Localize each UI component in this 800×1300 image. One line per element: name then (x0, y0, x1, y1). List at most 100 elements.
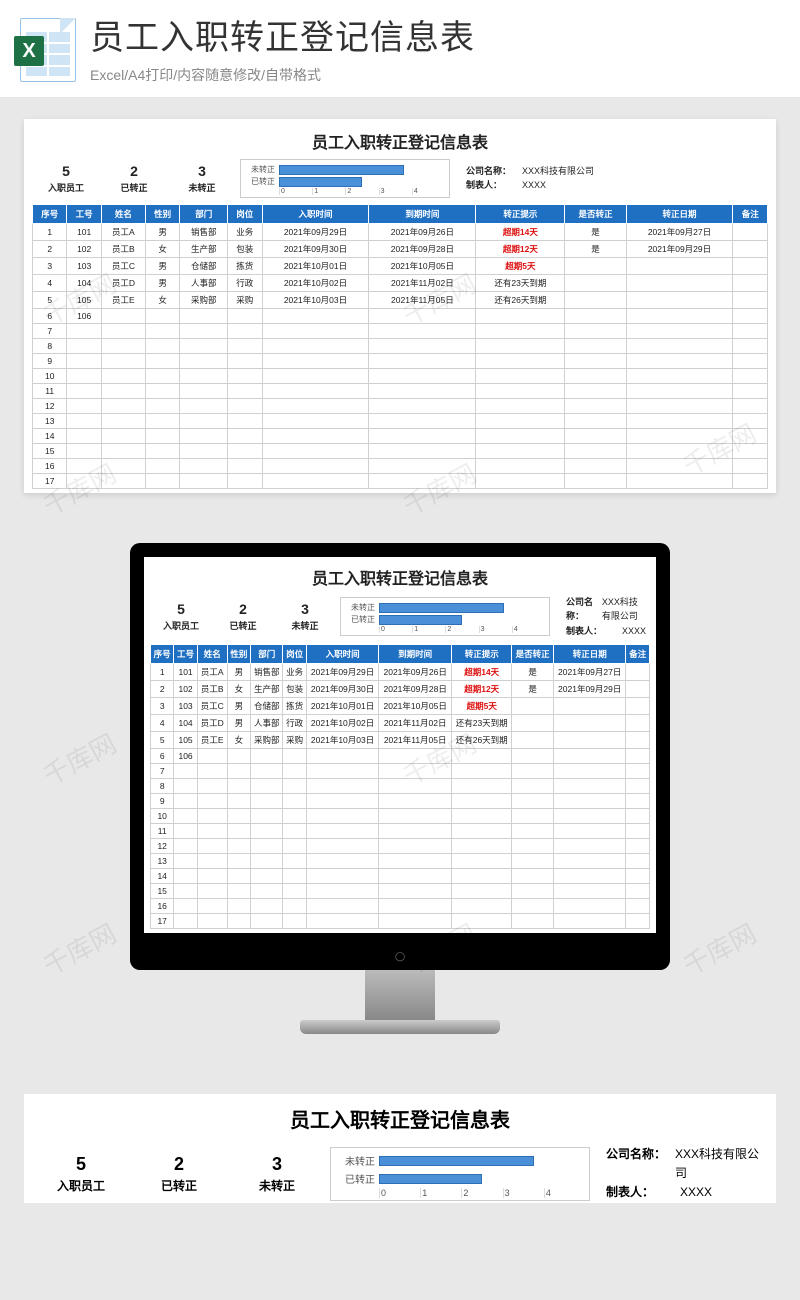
maker-label: 制表人： (606, 1183, 676, 1202)
table-row: 1 101 员工A 男 销售部 业务 2021年09月29日 2021年09月2… (33, 223, 768, 240)
cell-sex: 女 (227, 680, 250, 697)
cell-dept: 采购部 (251, 731, 283, 748)
table-row-empty: 11 (151, 823, 650, 838)
table-row-empty: 7 (33, 323, 768, 338)
stat-block: 3 未转正 (232, 1154, 322, 1194)
chart-category-label: 已转正 (335, 1171, 375, 1186)
cell-dept: 人事部 (180, 274, 228, 291)
table-header-cell: 备注 (733, 204, 768, 223)
chart-xtick: 3 (479, 626, 512, 633)
cell-empid: 106 (174, 748, 197, 763)
cell-confirmdate (553, 714, 626, 731)
cell-confirmdate: 2021年09月29日 (553, 680, 626, 697)
cell-empid: 106 (67, 308, 101, 323)
table-row-empty: 16 (151, 898, 650, 913)
cell-indate: 2021年10月03日 (306, 731, 379, 748)
chart-xtick: 3 (379, 188, 412, 195)
cell-empid: 105 (174, 731, 197, 748)
cell-no: 9 (151, 793, 174, 808)
chart-xtick: 1 (312, 188, 345, 195)
cell-note (733, 257, 768, 274)
table-row-empty: 11 (33, 383, 768, 398)
table-row-empty: 13 (151, 853, 650, 868)
chart-xtick: 0 (379, 626, 412, 633)
cell-note (733, 223, 768, 240)
cell-sex: 男 (227, 714, 250, 731)
table-header-cell: 转正提示 (476, 204, 565, 223)
cell-confirmed (512, 731, 553, 748)
cell-name: 员工D (101, 274, 145, 291)
table-row: 2 102 员工B 女 生产部 包装 2021年09月30日 2021年09月2… (33, 240, 768, 257)
cell-no: 11 (151, 823, 174, 838)
cell-sex: 男 (145, 257, 179, 274)
table-header-cell: 转正日期 (626, 204, 733, 223)
company-label: 公司名称： (466, 164, 518, 178)
cell-no: 6 (33, 308, 67, 323)
cell-no: 15 (33, 443, 67, 458)
cell-duedate: 2021年09月28日 (369, 240, 476, 257)
cell-post: 业务 (283, 663, 306, 680)
cell-tip: 还有26天到期 (451, 731, 512, 748)
table-row: 5 105 员工E 女 采购部 采购 2021年10月03日 2021年11月0… (151, 731, 650, 748)
table-row: 1 101 员工A 男 销售部 业务 2021年09月29日 2021年09月2… (151, 663, 650, 680)
cell-note (733, 291, 768, 308)
cell-empid: 103 (67, 257, 101, 274)
cell-post (283, 748, 306, 763)
cell-no: 2 (151, 680, 174, 697)
cell-tip: 还有23天到期 (476, 274, 565, 291)
chart-bar (279, 165, 404, 175)
table-header-cell: 性别 (227, 644, 250, 663)
spreadsheet-preview-in-monitor: 员工入职转正登记信息表 5 入职员工 2 已转正 3 未转正未转正 已转正 01… (144, 557, 656, 933)
cell-confirmed: 是 (512, 663, 553, 680)
cell-duedate: 2021年10月05日 (379, 697, 452, 714)
chart-xtick: 4 (512, 626, 545, 633)
cell-confirmdate (626, 308, 733, 323)
chart-category-label: 未转正 (245, 164, 275, 175)
page-title: 员工入职转正登记信息表 (90, 18, 780, 59)
table-header-cell: 转正日期 (553, 644, 626, 663)
table-row-empty: 8 (33, 338, 768, 353)
cell-duedate: 2021年09月26日 (379, 663, 452, 680)
chart-xtick: 1 (412, 626, 445, 633)
cell-no: 6 (151, 748, 174, 763)
cell-indate: 2021年10月02日 (262, 274, 369, 291)
cell-sex: 男 (145, 223, 179, 240)
chart-xtick: 2 (445, 626, 478, 633)
cell-indate (306, 748, 379, 763)
cell-confirmed (565, 257, 626, 274)
table-row: 3 103 员工C 男 仓储部 拣货 2021年10月01日 2021年10月0… (151, 697, 650, 714)
cell-dept: 生产部 (251, 680, 283, 697)
cell-note (626, 714, 650, 731)
cell-no: 2 (33, 240, 67, 257)
cell-name: 员工C (197, 697, 227, 714)
cell-no: 3 (151, 697, 174, 714)
cell-note (626, 748, 650, 763)
table-header-cell: 是否转正 (512, 644, 553, 663)
cell-dept: 人事部 (251, 714, 283, 731)
spreadsheet-preview: 员工入职转正登记信息表 5 入职员工 2 已转正 3 未转正未转正 已转正 01… (24, 119, 776, 493)
summary-row: 5 入职员工 2 已转正 3 未转正未转正 已转正 01234 公司名称：XXX… (150, 595, 650, 638)
summary-row: 5 入职员工 2 已转正 3 未转正未转正 已转正 01234 公司名称：XXX… (32, 159, 768, 198)
stat-value: 5 (36, 163, 96, 179)
table-header-cell: 序号 (151, 644, 174, 663)
meta-block: 公司名称：XXX科技有限公司 制表人：XXXX (598, 1145, 764, 1203)
cell-name: 员工A (197, 663, 227, 680)
cell-name: 员工B (197, 680, 227, 697)
stat-label: 入职员工 (36, 1177, 126, 1194)
cell-sex: 女 (145, 291, 179, 308)
stat-label: 已转正 (216, 619, 270, 632)
cell-tip: 还有26天到期 (476, 291, 565, 308)
cell-post: 拣货 (283, 697, 306, 714)
table-header-cell: 部门 (180, 204, 228, 223)
cell-note (733, 274, 768, 291)
stat-block: 3 未转正 (172, 163, 232, 194)
monitor-mockup: 员工入职转正登记信息表 5 入职员工 2 已转正 3 未转正未转正 已转正 01… (0, 543, 800, 1034)
cell-indate: 2021年10月02日 (306, 714, 379, 731)
cell-sex: 女 (227, 731, 250, 748)
table-row-empty: 12 (151, 838, 650, 853)
chart-category-label: 已转正 (345, 614, 375, 625)
chart-category-label: 未转正 (345, 602, 375, 613)
cell-confirmdate (626, 257, 733, 274)
company-label: 公司名称： (606, 1145, 671, 1183)
cell-duedate: 2021年10月05日 (369, 257, 476, 274)
